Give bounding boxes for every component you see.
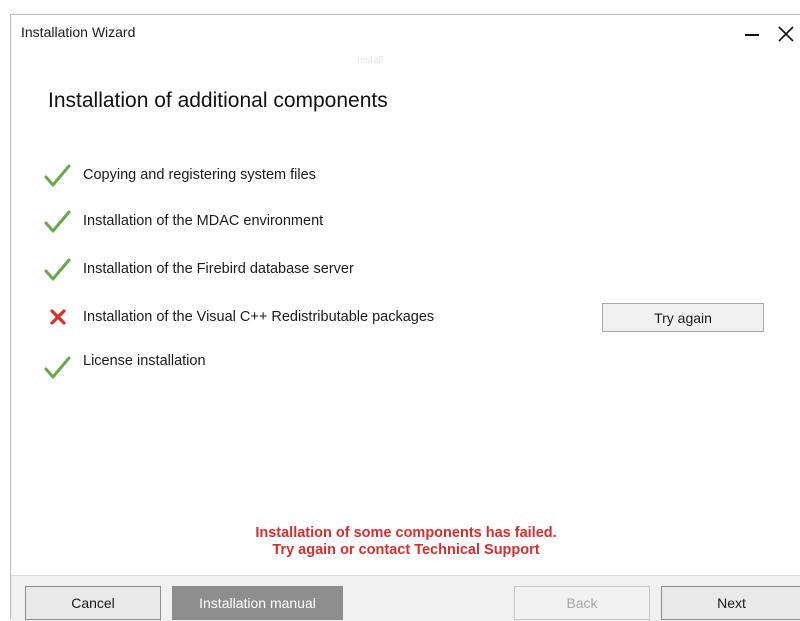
title-bar: Installation Wizard [11,15,800,51]
error-line-1: Installation of some components has fail… [255,525,557,541]
checkmark-icon [44,210,71,233]
minimize-button[interactable] [737,19,767,49]
installation-manual-button[interactable]: Installation manual [172,586,343,620]
step-label: Installation of the MDAC environment [83,213,324,229]
step-mdac-environment: Installation of the MDAC environment [43,207,643,237]
checkmark-icon [44,356,71,379]
page-title: Installation of additional components [48,89,388,112]
checkmark-icon [44,164,71,187]
error-line-2: Try again or contact Technical Support [272,542,540,558]
installation-wizard-window: Installation Wizard Install Installation… [10,14,800,621]
step-copying-system-files: Copying and registering system files [43,161,643,191]
close-button[interactable] [771,19,800,49]
step-license-installation: License installation [43,351,643,381]
try-again-button[interactable]: Try again [602,303,764,332]
cross-icon [50,309,66,325]
next-button[interactable]: Next [661,586,800,620]
window-title: Installation Wizard [21,24,136,40]
faded-title-text: Install [357,55,384,66]
step-label: Installation of the Firebird database se… [83,261,354,277]
step-label: Copying and registering system files [83,167,316,183]
back-button[interactable]: Back [514,586,650,620]
cancel-button[interactable]: Cancel [25,586,161,620]
step-label: License installation [83,353,206,369]
close-icon [778,26,794,42]
checkmark-icon [44,258,71,281]
minimize-icon [745,34,759,36]
step-firebird-server: Installation of the Firebird database se… [43,255,643,285]
error-message: Installation of some components has fail… [11,525,800,559]
step-label: Installation of the Visual C++ Redistrib… [83,309,435,325]
footer-button-bar: Cancel Installation manual Back Next [11,575,800,621]
step-visual-cpp-redistributable: Installation of the Visual C++ Redistrib… [43,303,643,333]
